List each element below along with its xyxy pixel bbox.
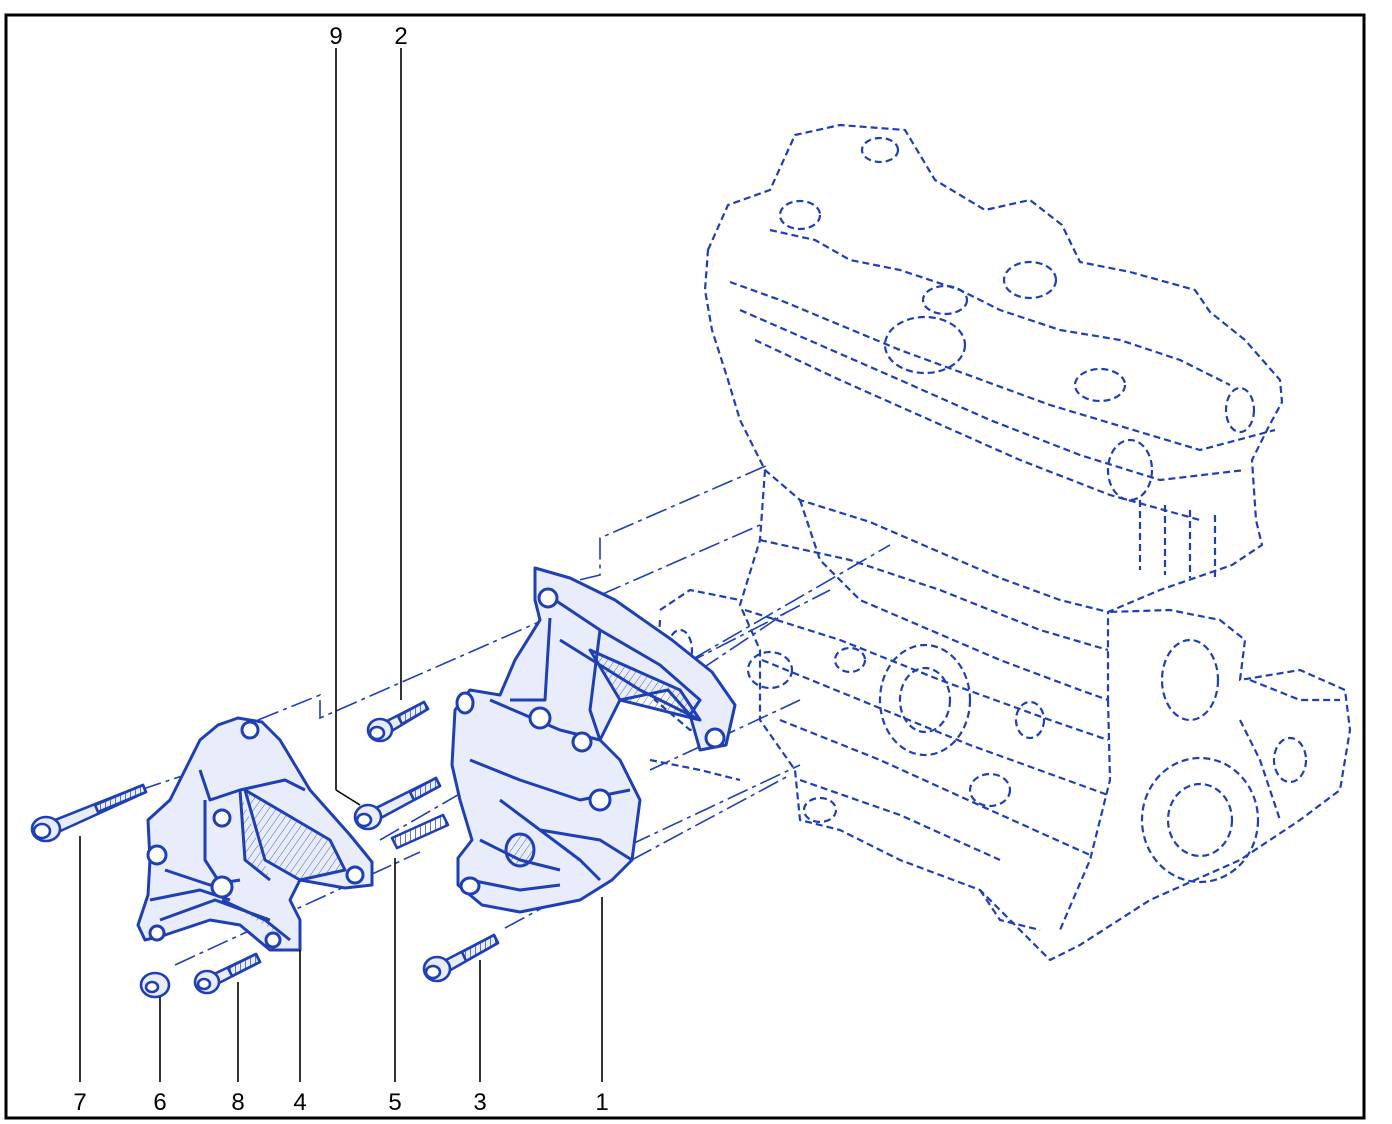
bracket-main — [450, 566, 737, 914]
callout-9: 9 — [329, 23, 342, 50]
callout-6: 6 — [153, 1089, 166, 1116]
bolt-2 — [366, 700, 430, 743]
stud-5 — [390, 813, 450, 850]
callout-2: 2 — [394, 23, 407, 50]
callout-3: 3 — [473, 1089, 486, 1116]
callout-1: 1 — [595, 1089, 608, 1116]
bolt-3 — [422, 933, 500, 983]
exploded-view-diagram: 9 2 7 6 8 4 5 3 1 — [4, 13, 1366, 1120]
callout-4: 4 — [293, 1089, 306, 1116]
border — [4, 13, 1366, 1120]
diagram-frame: 9 2 7 6 8 4 5 3 1 — [0, 0, 1392, 1124]
bracket-secondary — [136, 716, 374, 952]
nut-6 — [139, 971, 171, 999]
callout-7: 7 — [73, 1089, 86, 1116]
callout-labels: 9 2 7 6 8 4 5 3 1 — [73, 23, 608, 1116]
bolt-8 — [193, 952, 262, 995]
bolt-7 — [30, 783, 148, 843]
engine-block — [649, 123, 1352, 962]
callout-5: 5 — [388, 1089, 401, 1116]
callout-8: 8 — [231, 1089, 244, 1116]
